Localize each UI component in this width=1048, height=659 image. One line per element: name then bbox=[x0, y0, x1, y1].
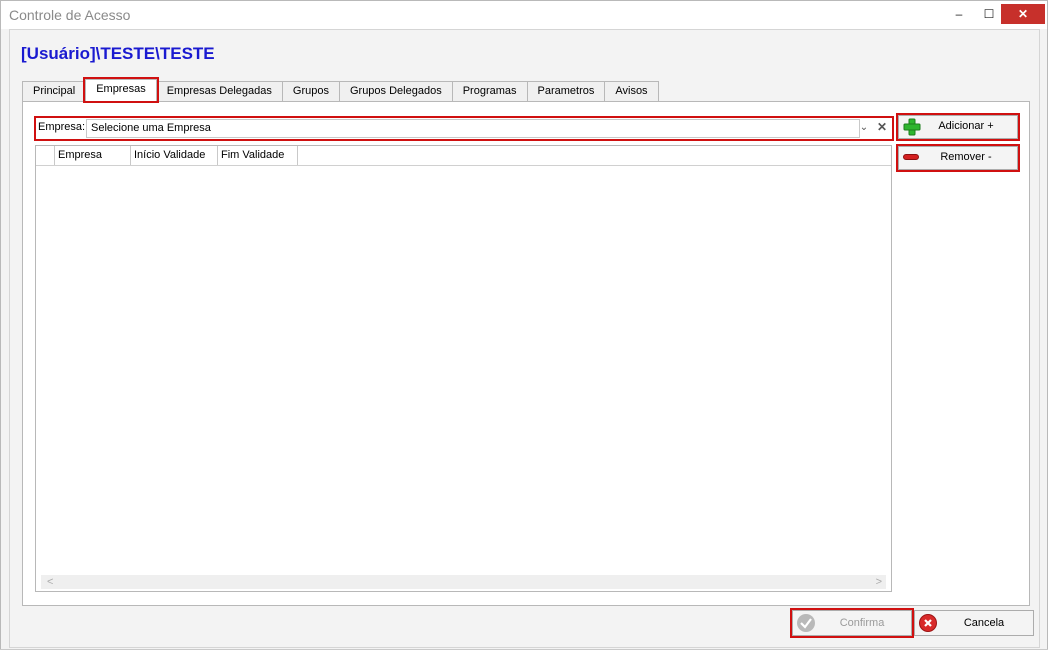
tab-empresas-delegadas[interactable]: Empresas Delegadas bbox=[155, 81, 283, 101]
tab-programas[interactable]: Programas bbox=[451, 81, 528, 101]
tab-avisos[interactable]: Avisos bbox=[604, 81, 659, 101]
tab-parametros[interactable]: Parametros bbox=[526, 81, 606, 101]
confirm-button[interactable]: Confirma bbox=[790, 608, 914, 638]
tab-empresas[interactable]: Empresas bbox=[83, 77, 159, 103]
minimize-button[interactable]: ‒ bbox=[945, 4, 973, 24]
remove-button-label: Remover - bbox=[940, 151, 992, 163]
close-button[interactable]: ✕ bbox=[1001, 4, 1045, 24]
scroll-left-icon[interactable]: < bbox=[47, 575, 53, 589]
chevron-down-icon[interactable]: ⌄ bbox=[856, 119, 872, 136]
empresas-grid[interactable]: Empresa Início Validade Fim Validade < > bbox=[35, 145, 892, 592]
clear-icon[interactable]: ✕ bbox=[874, 119, 890, 136]
remove-button[interactable]: Remover - bbox=[896, 144, 1020, 172]
empresa-select-value: Selecione uma Empresa bbox=[91, 122, 211, 134]
grid-header: Empresa Início Validade Fim Validade bbox=[36, 146, 891, 166]
cancel-button-label: Cancela bbox=[963, 617, 1005, 629]
dialog-window: Controle de Acesso ‒ ☐ ✕ [Usuário]\TESTE… bbox=[0, 0, 1048, 650]
tab-strip: Principal Empresas Empresas Delegadas Gr… bbox=[22, 77, 659, 103]
add-button-label: Adicionar + bbox=[938, 120, 994, 132]
dialog-body: [Usuário]\TESTE\TESTE Principal Empresas… bbox=[9, 29, 1040, 648]
tab-grupos[interactable]: Grupos bbox=[281, 81, 340, 101]
tab-grupos-delegados[interactable]: Grupos Delegados bbox=[338, 81, 453, 101]
scroll-right-icon[interactable]: > bbox=[876, 575, 882, 589]
horizontal-scrollbar[interactable]: < > bbox=[41, 575, 886, 589]
column-header-empresa[interactable]: Empresa bbox=[55, 146, 131, 165]
user-header: [Usuário]\TESTE\TESTE bbox=[21, 44, 215, 63]
empresa-select[interactable]: Selecione uma Empresa bbox=[86, 119, 860, 138]
title-bar: Controle de Acesso ‒ ☐ ✕ bbox=[1, 1, 1047, 29]
confirm-button-label: Confirma bbox=[839, 617, 885, 629]
column-header-fim-validade[interactable]: Fim Validade bbox=[218, 146, 298, 165]
empresa-label: Empresa: bbox=[38, 121, 86, 133]
row-selector-header bbox=[36, 146, 55, 165]
window-title: Controle de Acesso bbox=[9, 7, 131, 23]
tab-principal[interactable]: Principal bbox=[22, 81, 87, 101]
column-header-inicio-validade[interactable]: Início Validade bbox=[131, 146, 218, 165]
add-button[interactable]: Adicionar + bbox=[896, 113, 1020, 141]
maximize-button[interactable]: ☐ bbox=[975, 4, 1003, 24]
tab-panel: Empresa: Selecione uma Empresa ⌄ ✕ Empre… bbox=[22, 101, 1030, 606]
empresa-filter: Empresa: Selecione uma Empresa ⌄ ✕ bbox=[34, 116, 894, 141]
cancel-button[interactable]: Cancela bbox=[914, 610, 1034, 636]
